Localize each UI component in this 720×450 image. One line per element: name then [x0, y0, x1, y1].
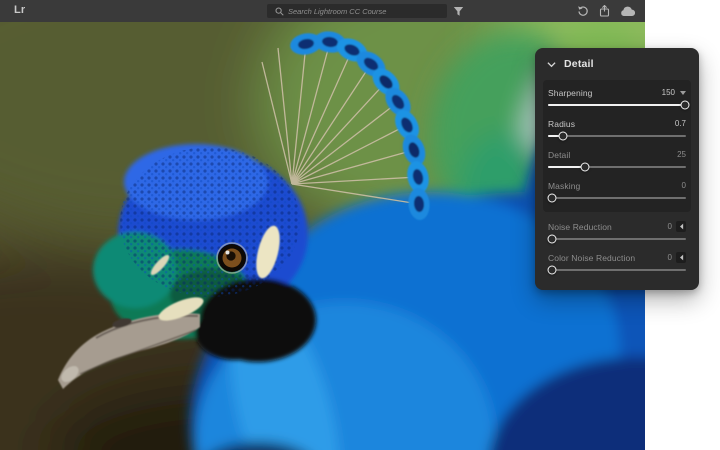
detail-value: 25: [677, 150, 686, 159]
top-bar-actions: [577, 4, 635, 18]
search-input[interactable]: [284, 4, 447, 18]
filter-icon: [453, 6, 464, 17]
lightroom-logo: Lr: [14, 4, 25, 16]
detail-panel-header[interactable]: Detail: [535, 48, 699, 78]
slider-row-radius: Radius 0.7: [548, 117, 686, 137]
detail-label: Detail: [548, 150, 677, 160]
share-button[interactable]: [599, 5, 610, 17]
sharpening-value: 150: [662, 88, 675, 97]
search-icon: [275, 7, 284, 16]
slider-row-detail: Detail 25: [548, 148, 686, 168]
slider-row-noise-reduction: Noise Reduction 0: [548, 220, 686, 240]
sharpening-label: Sharpening: [548, 88, 662, 98]
radius-label: Radius: [548, 119, 675, 129]
top-bar: Lr: [0, 0, 645, 22]
undo-icon: [577, 5, 589, 17]
noise-group: Noise Reduction 0 Color Noise Reduction: [543, 220, 691, 271]
radius-value: 0.7: [675, 119, 686, 128]
filter-button[interactable]: [452, 6, 464, 17]
detail-panel: Detail Sharpening 150 Radius: [535, 48, 699, 290]
noise-reduction-expand-button[interactable]: [676, 221, 686, 232]
slider-row-color-noise-reduction: Color Noise Reduction 0: [548, 251, 686, 271]
cloud-sync-button[interactable]: [620, 6, 635, 17]
share-icon: [599, 5, 610, 17]
chevron-down-icon: [547, 61, 556, 68]
slider-knob[interactable]: [559, 132, 568, 141]
noise-reduction-value: 0: [668, 222, 672, 231]
search-bar[interactable]: [267, 4, 447, 18]
sharpening-slider[interactable]: [548, 104, 686, 106]
dropdown-caret-icon[interactable]: [680, 91, 686, 95]
slider-fill: [548, 104, 685, 106]
noise-reduction-slider[interactable]: [548, 238, 686, 240]
slider-knob[interactable]: [581, 163, 590, 172]
cloud-sync-icon: [620, 6, 635, 17]
slider-knob[interactable]: [548, 194, 557, 203]
color-noise-reduction-value: 0: [668, 253, 672, 262]
slider-row-sharpening: Sharpening 150: [548, 86, 686, 106]
color-noise-reduction-label: Color Noise Reduction: [548, 253, 668, 263]
slider-row-masking: Masking 0: [548, 179, 686, 199]
triangle-left-icon: [679, 254, 684, 261]
slider-fill: [548, 166, 585, 168]
noise-reduction-label: Noise Reduction: [548, 222, 668, 232]
masking-slider[interactable]: [548, 197, 686, 199]
color-noise-reduction-expand-button[interactable]: [676, 252, 686, 263]
masking-value: 0: [682, 181, 686, 190]
color-noise-reduction-slider[interactable]: [548, 269, 686, 271]
triangle-left-icon: [679, 223, 684, 230]
detail-slider[interactable]: [548, 166, 686, 168]
sharpening-group: Sharpening 150 Radius 0.7: [543, 80, 691, 212]
panel-title: Detail: [564, 58, 594, 70]
slider-knob[interactable]: [680, 101, 689, 110]
masking-label: Masking: [548, 181, 682, 191]
radius-slider[interactable]: [548, 135, 686, 137]
slider-knob[interactable]: [548, 266, 557, 275]
page: Lr: [0, 0, 720, 450]
slider-knob[interactable]: [548, 235, 557, 244]
undo-button[interactable]: [577, 5, 589, 17]
